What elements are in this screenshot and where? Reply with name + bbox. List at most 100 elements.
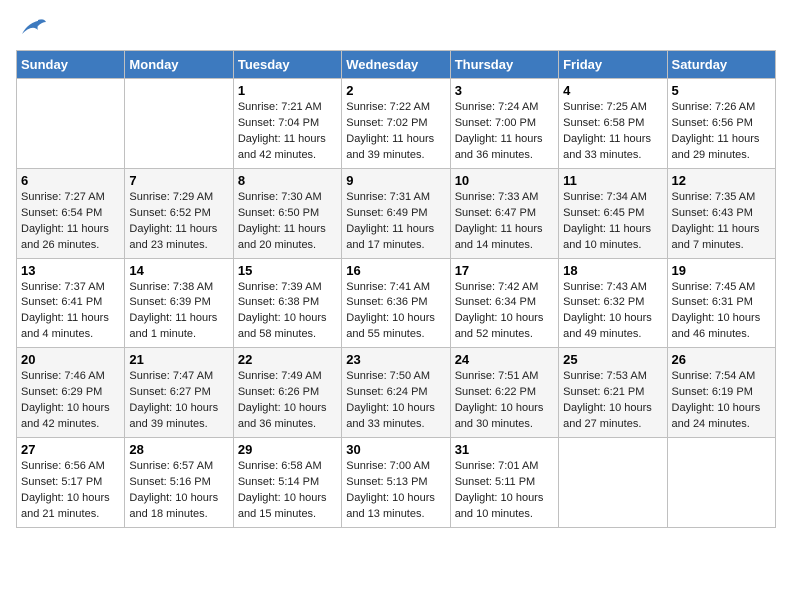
daylight-text: Daylight: 10 hours and 52 minutes. — [455, 311, 554, 343]
sunset-text: Sunset: 6:19 PM — [672, 385, 771, 401]
sunset-text: Sunset: 6:39 PM — [129, 295, 228, 311]
sunrise-text: Sunrise: 7:22 AM — [346, 100, 445, 116]
day-info: Sunrise: 7:01 AM Sunset: 5:11 PM Dayligh… — [455, 459, 554, 523]
day-info: Sunrise: 7:29 AM Sunset: 6:52 PM Dayligh… — [129, 190, 228, 254]
day-info: Sunrise: 7:25 AM Sunset: 6:58 PM Dayligh… — [563, 100, 662, 164]
day-number: 24 — [455, 352, 554, 367]
column-header-sunday: Sunday — [17, 51, 125, 79]
sunset-text: Sunset: 6:54 PM — [21, 206, 120, 222]
calendar-cell: 13 Sunrise: 7:37 AM Sunset: 6:41 PM Dayl… — [17, 258, 125, 348]
sunset-text: Sunset: 5:14 PM — [238, 475, 337, 491]
sunset-text: Sunset: 7:04 PM — [238, 116, 337, 132]
day-number: 9 — [346, 173, 445, 188]
daylight-text: Daylight: 10 hours and 39 minutes. — [129, 401, 228, 433]
sunset-text: Sunset: 7:00 PM — [455, 116, 554, 132]
day-info: Sunrise: 7:47 AM Sunset: 6:27 PM Dayligh… — [129, 369, 228, 433]
daylight-text: Daylight: 11 hours and 20 minutes. — [238, 222, 337, 254]
calendar-cell: 24 Sunrise: 7:51 AM Sunset: 6:22 PM Dayl… — [450, 348, 558, 438]
column-header-thursday: Thursday — [450, 51, 558, 79]
sunrise-text: Sunrise: 7:31 AM — [346, 190, 445, 206]
day-number: 30 — [346, 442, 445, 457]
day-number: 16 — [346, 263, 445, 278]
sunset-text: Sunset: 6:58 PM — [563, 116, 662, 132]
day-number: 19 — [672, 263, 771, 278]
daylight-text: Daylight: 11 hours and 39 minutes. — [346, 132, 445, 164]
calendar-cell: 15 Sunrise: 7:39 AM Sunset: 6:38 PM Dayl… — [233, 258, 341, 348]
sunrise-text: Sunrise: 7:46 AM — [21, 369, 120, 385]
sunset-text: Sunset: 5:16 PM — [129, 475, 228, 491]
calendar-cell: 12 Sunrise: 7:35 AM Sunset: 6:43 PM Dayl… — [667, 168, 775, 258]
sunset-text: Sunset: 6:22 PM — [455, 385, 554, 401]
sunrise-text: Sunrise: 7:24 AM — [455, 100, 554, 116]
day-number: 20 — [21, 352, 120, 367]
calendar-cell: 16 Sunrise: 7:41 AM Sunset: 6:36 PM Dayl… — [342, 258, 450, 348]
day-number: 22 — [238, 352, 337, 367]
day-number: 6 — [21, 173, 120, 188]
sunset-text: Sunset: 6:26 PM — [238, 385, 337, 401]
sunrise-text: Sunrise: 7:53 AM — [563, 369, 662, 385]
day-number: 17 — [455, 263, 554, 278]
day-number: 31 — [455, 442, 554, 457]
calendar-cell: 20 Sunrise: 7:46 AM Sunset: 6:29 PM Dayl… — [17, 348, 125, 438]
daylight-text: Daylight: 11 hours and 26 minutes. — [21, 222, 120, 254]
sunrise-text: Sunrise: 6:57 AM — [129, 459, 228, 475]
day-number: 29 — [238, 442, 337, 457]
sunrise-text: Sunrise: 7:41 AM — [346, 280, 445, 296]
daylight-text: Daylight: 10 hours and 33 minutes. — [346, 401, 445, 433]
sunset-text: Sunset: 6:56 PM — [672, 116, 771, 132]
calendar-week-row: 27 Sunrise: 6:56 AM Sunset: 5:17 PM Dayl… — [17, 438, 776, 528]
calendar-week-row: 6 Sunrise: 7:27 AM Sunset: 6:54 PM Dayli… — [17, 168, 776, 258]
day-info: Sunrise: 6:56 AM Sunset: 5:17 PM Dayligh… — [21, 459, 120, 523]
daylight-text: Daylight: 10 hours and 21 minutes. — [21, 491, 120, 523]
calendar-cell — [667, 438, 775, 528]
day-info: Sunrise: 7:34 AM Sunset: 6:45 PM Dayligh… — [563, 190, 662, 254]
day-info: Sunrise: 7:27 AM Sunset: 6:54 PM Dayligh… — [21, 190, 120, 254]
calendar-table: SundayMondayTuesdayWednesdayThursdayFrid… — [16, 50, 776, 528]
day-number: 4 — [563, 83, 662, 98]
calendar-cell: 27 Sunrise: 6:56 AM Sunset: 5:17 PM Dayl… — [17, 438, 125, 528]
sunset-text: Sunset: 6:49 PM — [346, 206, 445, 222]
sunrise-text: Sunrise: 7:21 AM — [238, 100, 337, 116]
daylight-text: Daylight: 11 hours and 1 minute. — [129, 311, 228, 343]
day-number: 18 — [563, 263, 662, 278]
day-info: Sunrise: 7:49 AM Sunset: 6:26 PM Dayligh… — [238, 369, 337, 433]
day-number: 25 — [563, 352, 662, 367]
calendar-cell: 3 Sunrise: 7:24 AM Sunset: 7:00 PM Dayli… — [450, 79, 558, 169]
calendar-cell: 8 Sunrise: 7:30 AM Sunset: 6:50 PM Dayli… — [233, 168, 341, 258]
sunset-text: Sunset: 6:50 PM — [238, 206, 337, 222]
daylight-text: Daylight: 10 hours and 27 minutes. — [563, 401, 662, 433]
sunset-text: Sunset: 5:17 PM — [21, 475, 120, 491]
day-info: Sunrise: 7:30 AM Sunset: 6:50 PM Dayligh… — [238, 190, 337, 254]
calendar-cell — [125, 79, 233, 169]
sunrise-text: Sunrise: 7:37 AM — [21, 280, 120, 296]
calendar-cell: 7 Sunrise: 7:29 AM Sunset: 6:52 PM Dayli… — [125, 168, 233, 258]
sunrise-text: Sunrise: 7:33 AM — [455, 190, 554, 206]
day-number: 1 — [238, 83, 337, 98]
daylight-text: Daylight: 10 hours and 18 minutes. — [129, 491, 228, 523]
day-number: 28 — [129, 442, 228, 457]
sunrise-text: Sunrise: 7:27 AM — [21, 190, 120, 206]
day-info: Sunrise: 7:26 AM Sunset: 6:56 PM Dayligh… — [672, 100, 771, 164]
calendar-header-row: SundayMondayTuesdayWednesdayThursdayFrid… — [17, 51, 776, 79]
day-info: Sunrise: 7:50 AM Sunset: 6:24 PM Dayligh… — [346, 369, 445, 433]
logo — [16, 16, 46, 38]
day-info: Sunrise: 7:21 AM Sunset: 7:04 PM Dayligh… — [238, 100, 337, 164]
sunset-text: Sunset: 6:43 PM — [672, 206, 771, 222]
calendar-cell: 14 Sunrise: 7:38 AM Sunset: 6:39 PM Dayl… — [125, 258, 233, 348]
sunset-text: Sunset: 6:32 PM — [563, 295, 662, 311]
day-number: 8 — [238, 173, 337, 188]
calendar-cell: 6 Sunrise: 7:27 AM Sunset: 6:54 PM Dayli… — [17, 168, 125, 258]
column-header-friday: Friday — [559, 51, 667, 79]
sunrise-text: Sunrise: 7:38 AM — [129, 280, 228, 296]
day-info: Sunrise: 6:57 AM Sunset: 5:16 PM Dayligh… — [129, 459, 228, 523]
sunset-text: Sunset: 6:21 PM — [563, 385, 662, 401]
day-number: 3 — [455, 83, 554, 98]
sunrise-text: Sunrise: 7:39 AM — [238, 280, 337, 296]
day-number: 21 — [129, 352, 228, 367]
day-info: Sunrise: 7:00 AM Sunset: 5:13 PM Dayligh… — [346, 459, 445, 523]
calendar-cell — [559, 438, 667, 528]
daylight-text: Daylight: 11 hours and 14 minutes. — [455, 222, 554, 254]
calendar-week-row: 13 Sunrise: 7:37 AM Sunset: 6:41 PM Dayl… — [17, 258, 776, 348]
sunset-text: Sunset: 6:27 PM — [129, 385, 228, 401]
calendar-cell: 19 Sunrise: 7:45 AM Sunset: 6:31 PM Dayl… — [667, 258, 775, 348]
